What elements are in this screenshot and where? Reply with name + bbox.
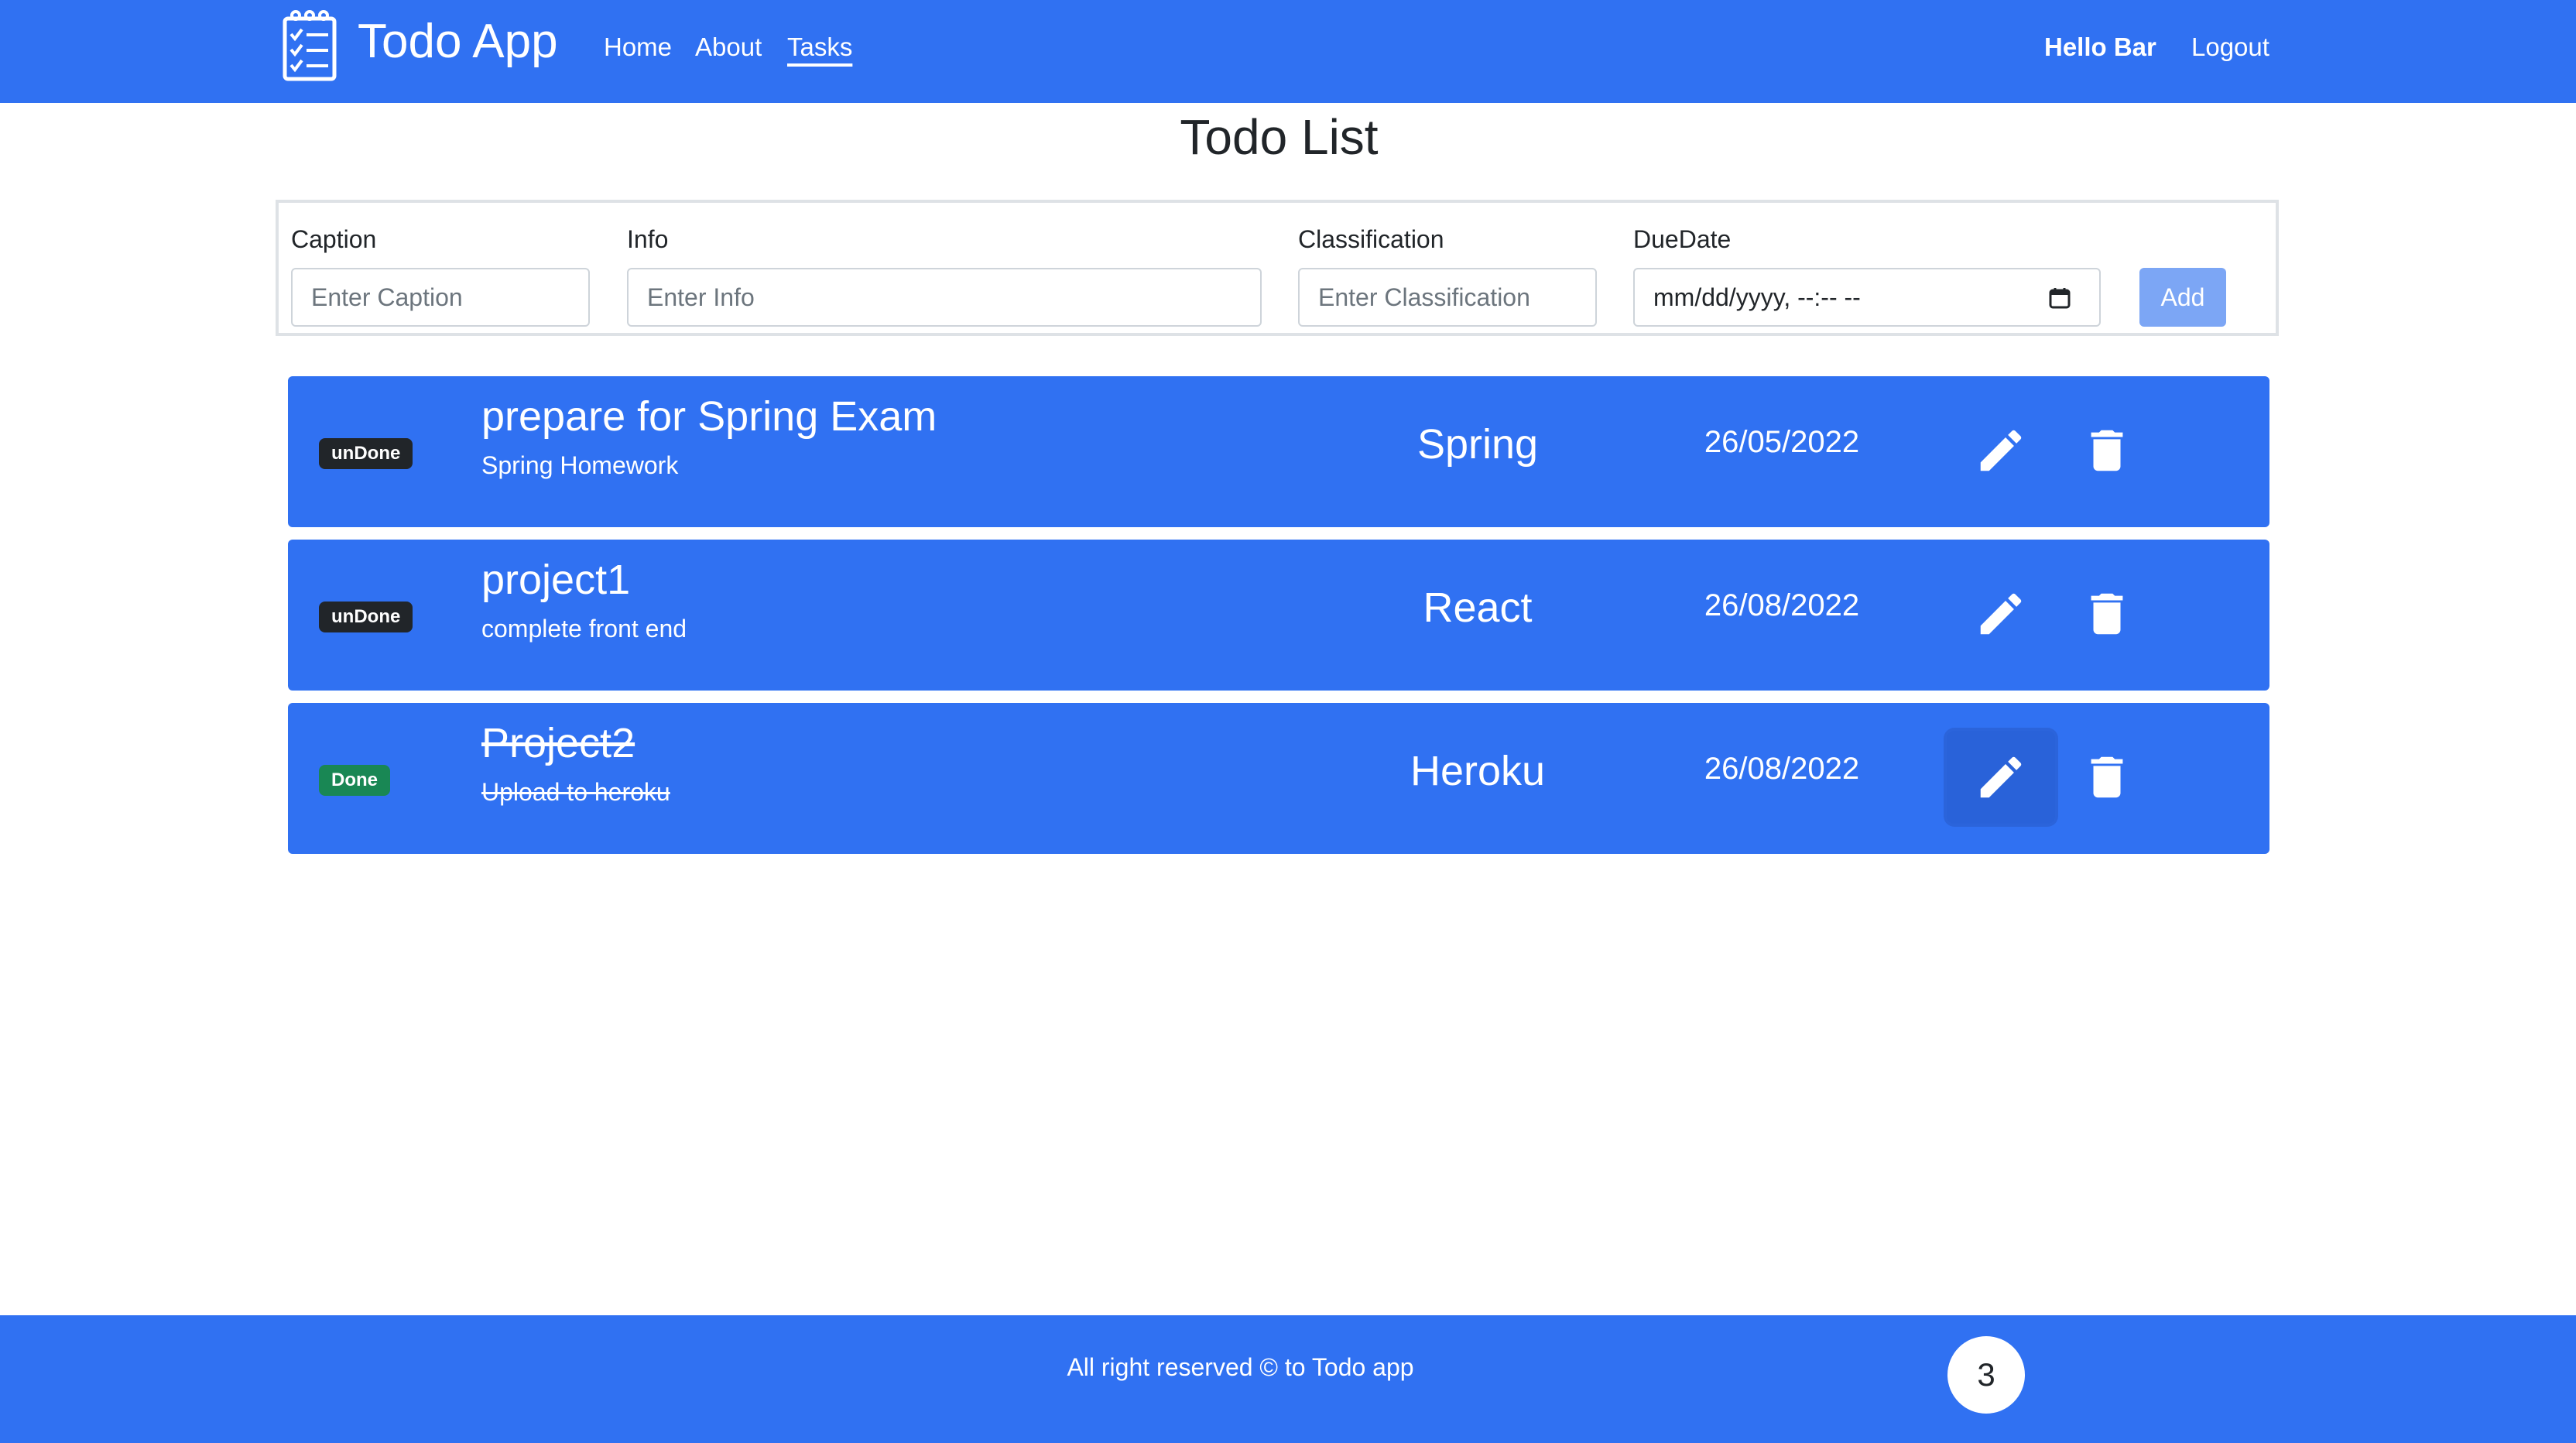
navbar: Todo App Home About Tasks Hello Bar Logo… — [0, 0, 2576, 103]
todo-classification: Heroku — [1410, 748, 1546, 794]
todo-row: Done Project2 Upload to heroku Heroku 26… — [288, 703, 2269, 854]
due-date-input[interactable]: mm/dd/yyyy, --:-- -- — [1633, 268, 2101, 327]
todo-due-date: 26/08/2022 — [1704, 588, 1860, 622]
edit-button[interactable] — [1947, 731, 2055, 824]
todo-row: unDone project1 complete front end React… — [288, 540, 2269, 691]
logout-link[interactable]: Logout — [2191, 28, 2269, 67]
edit-button[interactable] — [1947, 404, 2055, 497]
todo-count-badge: 3 — [1947, 1336, 2025, 1414]
due-date-label: DueDate — [1633, 225, 1732, 253]
footer: All right reserved © to Todo app — [0, 1315, 2576, 1443]
delete-button[interactable] — [2053, 731, 2161, 824]
pencil-icon — [1980, 756, 2022, 798]
todo-due-date: 26/05/2022 — [1704, 425, 1860, 459]
todo-row: unDone prepare for Spring Exam Spring Ho… — [288, 376, 2269, 527]
info-input[interactable] — [627, 268, 1262, 327]
status-badge: unDone — [319, 438, 413, 469]
trash-icon — [2091, 593, 2123, 635]
calendar-icon[interactable] — [2048, 286, 2071, 310]
clipboard-checklist-icon — [283, 10, 337, 81]
pencil-icon — [1980, 593, 2022, 635]
classification-label: Classification — [1298, 225, 1444, 253]
brand-title[interactable]: Todo App — [358, 11, 558, 73]
todo-info: complete front end — [481, 615, 687, 643]
todo-caption: project1 — [481, 557, 631, 603]
todo-classification: React — [1423, 584, 1533, 631]
status-badge: unDone — [319, 602, 413, 632]
status-badge: Done — [319, 765, 390, 796]
info-label: Info — [627, 225, 669, 253]
trash-icon — [2091, 756, 2123, 798]
caption-label: Caption — [291, 225, 377, 253]
nav-link-tasks[interactable]: Tasks — [787, 28, 852, 67]
todo-info: Spring Homework — [481, 451, 679, 479]
classification-input[interactable] — [1298, 268, 1597, 327]
due-date-value: mm/dd/yyyy, --:-- -- — [1653, 283, 1861, 311]
add-todo-form: Caption Info Classification DueDate mm/d… — [276, 200, 2279, 336]
user-greeting: Hello Bar — [2044, 33, 2156, 61]
page-title: Todo List — [1180, 109, 1379, 165]
todo-caption: prepare for Spring Exam — [481, 393, 937, 440]
delete-button[interactable] — [2053, 567, 2161, 660]
caption-input[interactable] — [291, 268, 590, 327]
todo-info: Upload to heroku — [481, 778, 670, 806]
nav-link-about[interactable]: About — [695, 28, 762, 67]
todo-classification: Spring — [1416, 421, 1539, 468]
nav-link-home[interactable]: Home — [604, 28, 672, 67]
edit-button[interactable] — [1947, 567, 2055, 660]
delete-button[interactable] — [2053, 404, 2161, 497]
todo-due-date: 26/08/2022 — [1704, 752, 1860, 786]
add-button[interactable]: Add — [2139, 268, 2226, 327]
pencil-icon — [1980, 430, 2022, 471]
todo-caption: Project2 — [481, 720, 635, 766]
footer-copyright: All right reserved © to Todo app — [1067, 1353, 1414, 1381]
trash-icon — [2091, 430, 2123, 471]
